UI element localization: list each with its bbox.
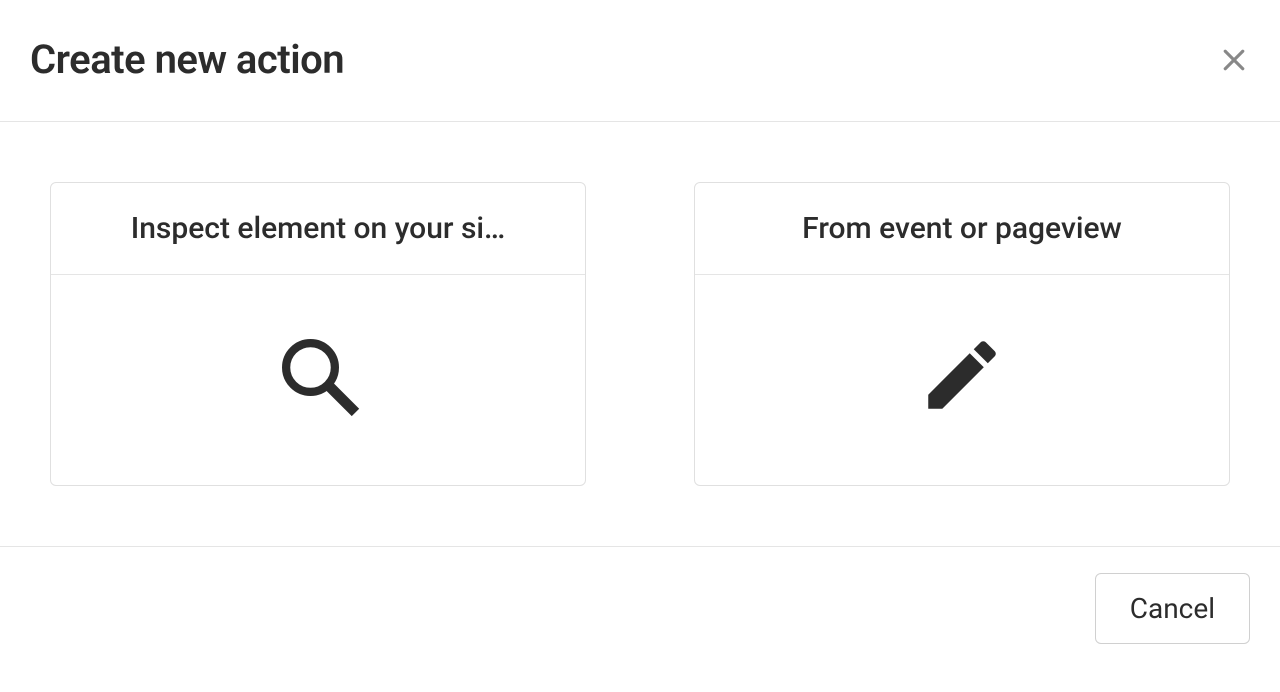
card-header: Inspect element on your si…: [51, 183, 585, 275]
card-title: From event or pageview: [727, 211, 1197, 246]
option-inspect-element[interactable]: Inspect element on your si…: [50, 182, 586, 486]
search-icon: [273, 330, 363, 420]
card-header: From event or pageview: [695, 183, 1229, 275]
cancel-button[interactable]: Cancel: [1095, 573, 1250, 644]
edit-icon: [917, 330, 1007, 420]
card-title: Inspect element on your si…: [83, 211, 553, 246]
modal-body: Inspect element on your si… From event o…: [0, 122, 1280, 546]
modal-footer: Cancel: [0, 546, 1280, 670]
option-event-pageview[interactable]: From event or pageview: [694, 182, 1230, 486]
modal-header: Create new action: [0, 0, 1280, 122]
card-body: [51, 275, 585, 485]
close-button[interactable]: [1218, 44, 1250, 76]
modal-title: Create new action: [30, 36, 344, 83]
close-icon: [1219, 45, 1249, 75]
card-body: [695, 275, 1229, 485]
